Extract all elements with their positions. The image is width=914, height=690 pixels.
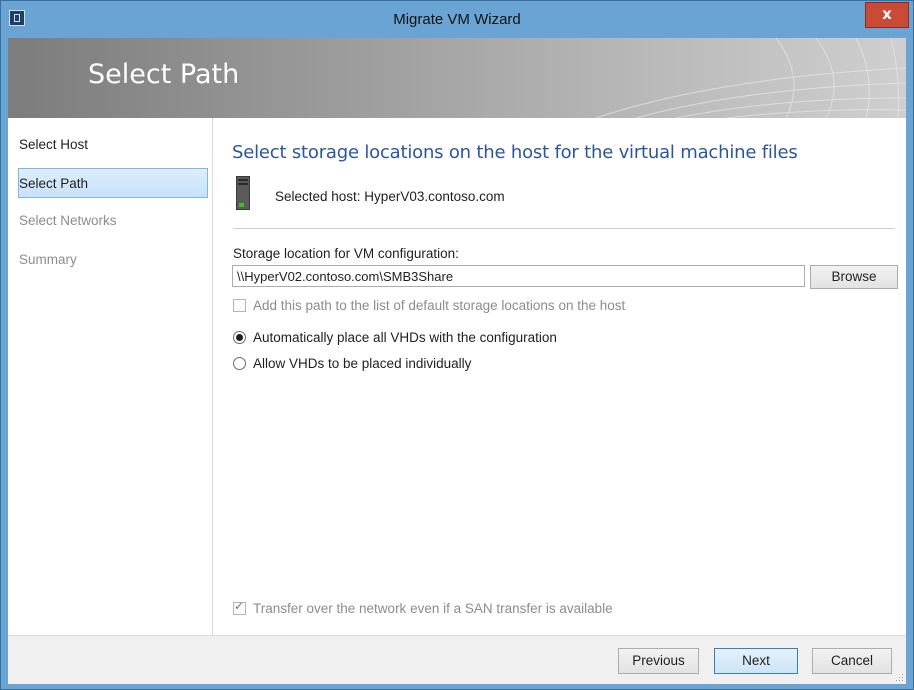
add-default-path-label: Add this path to the list of default sto… — [253, 298, 626, 313]
radio-auto-place-label: Automatically place all VHDs with the co… — [253, 330, 557, 345]
browse-button[interactable]: Browse — [810, 265, 898, 289]
radio-individual[interactable] — [233, 357, 246, 370]
add-default-path-checkbox[interactable] — [233, 299, 246, 312]
nav-item-select-path[interactable]: Select Path — [18, 168, 208, 198]
close-button[interactable]: x — [865, 2, 909, 28]
wizard-window: Migrate VM Wizard x Select Path Select H… — [0, 0, 914, 690]
nav-item-select-host[interactable]: Select Host — [18, 130, 208, 160]
nav-item-select-networks[interactable]: Select Networks — [18, 206, 208, 236]
header-banner: Select Path — [8, 38, 906, 118]
next-button[interactable]: Next — [714, 648, 798, 674]
section-heading: Select storage locations on the host for… — [232, 142, 798, 163]
page-title: Select Path — [88, 59, 240, 90]
cancel-button[interactable]: Cancel — [812, 648, 892, 674]
previous-button[interactable]: Previous — [618, 648, 699, 674]
nav-item-label: Select Networks — [19, 213, 117, 228]
window-title: Migrate VM Wizard — [393, 11, 521, 28]
wizard-content: Select Path Select Host Select Path Sele… — [8, 38, 906, 684]
radio-auto-place[interactable] — [233, 331, 246, 344]
nav-item-label: Select Host — [19, 137, 89, 152]
nav-item-summary[interactable]: Summary — [18, 245, 208, 275]
button-bar: Previous Next Cancel — [8, 635, 906, 684]
title-bar[interactable]: Migrate VM Wizard x — [1, 1, 913, 38]
storage-path-input[interactable] — [232, 265, 805, 287]
transfer-network-checkbox[interactable] — [233, 599, 246, 615]
wizard-steps-nav: Select Host Select Path Select Networks … — [8, 118, 213, 635]
radio-individual-label: Allow VHDs to be placed individually — [253, 356, 472, 371]
banner-decoration — [595, 38, 906, 118]
nav-item-label: Select Path — [19, 176, 89, 191]
selected-host-text: Selected host: HyperV03.contoso.com — [275, 189, 505, 204]
transfer-network-label: Transfer over the network even if a SAN … — [253, 601, 613, 616]
divider — [233, 228, 895, 229]
storage-location-label: Storage location for VM configuration: — [233, 246, 459, 261]
resize-grip-icon[interactable] — [894, 672, 904, 682]
main-panel: Select storage locations on the host for… — [213, 118, 906, 635]
server-icon — [236, 176, 250, 210]
nav-item-label: Summary — [19, 252, 77, 267]
